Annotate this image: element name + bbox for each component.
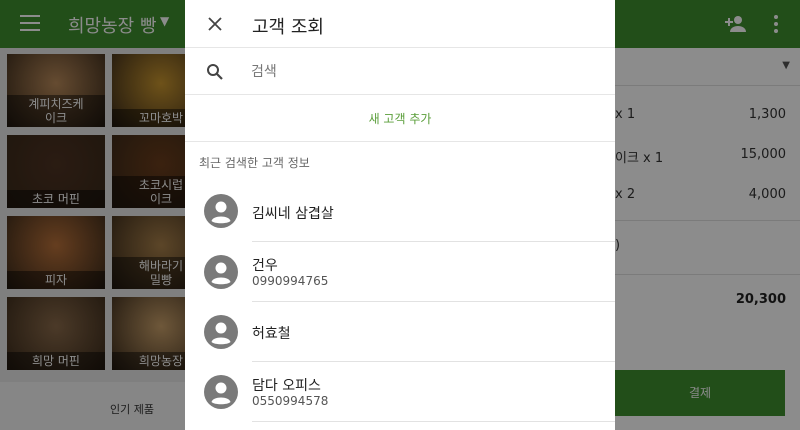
search-input[interactable] (251, 59, 591, 85)
customer-list-item[interactable]: 건우 0990994765 (185, 242, 615, 302)
customer-name: 김씨네 삼겹살 (252, 206, 334, 222)
account-circle-icon (204, 194, 238, 228)
dialog-title: 고객 조회 (252, 17, 324, 38)
customer-name: 담다 오피스 (252, 378, 321, 394)
add-customer-row: 새 고객 추가 (185, 95, 615, 142)
account-circle-icon (204, 375, 238, 409)
customer-lookup-dialog: 고객 조회 새 고객 추가 최근 검색한 고객 정보 김씨네 삼겹살 건우 09… (185, 0, 615, 430)
customer-name: 건우 (252, 258, 278, 274)
close-icon[interactable] (207, 16, 223, 32)
search-icon (207, 64, 223, 80)
search-row (185, 48, 615, 95)
customer-list-item[interactable]: 담다 오피스 0550994578 (185, 362, 615, 422)
customer-list-item[interactable]: 김씨네 삼겹살 (185, 181, 615, 241)
account-circle-icon (204, 255, 238, 289)
dialog-header: 고객 조회 (185, 0, 615, 48)
recent-customers-header: 최근 검색한 고객 정보 (199, 156, 310, 170)
add-customer-button[interactable]: 새 고객 추가 (369, 110, 432, 127)
customer-phone: 0550994578 (252, 394, 329, 408)
divider (252, 421, 615, 422)
customer-name: 허효철 (252, 326, 291, 342)
account-circle-icon (204, 315, 238, 349)
customer-list-item[interactable]: 허효철 (185, 302, 615, 362)
customer-phone: 0990994765 (252, 274, 329, 288)
